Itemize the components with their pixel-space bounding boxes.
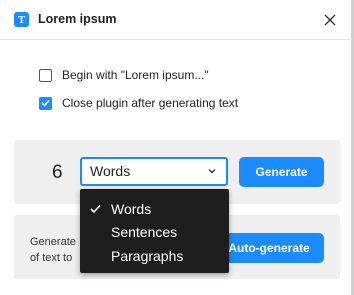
count-input[interactable]: 6 [52,162,63,184]
plugin-window: T Lorem ipsum Begin with "Lorem ipsum...… [0,0,352,295]
close-plugin-option[interactable]: Close plugin after generating text [39,96,238,110]
checkmark-icon [41,99,50,107]
begin-with-option[interactable]: Begin with "Lorem ipsum..." [39,68,209,82]
unit-select-value: Words [90,163,131,179]
window-title: Lorem ipsum [38,12,117,26]
title-bar: T Lorem ipsum [0,0,352,40]
begin-with-checkbox[interactable] [39,68,52,82]
unit-select[interactable]: Words [80,157,228,186]
unit-dropdown-menu: Words Sentences Paragraphs [80,189,229,273]
chevron-down-icon [208,169,216,174]
close-plugin-label: Close plugin after generating text [62,96,239,110]
auto-generate-button[interactable]: Auto-generate [214,233,324,263]
begin-with-label: Begin with "Lorem ipsum..." [62,68,209,82]
text-app-icon: T [14,12,29,27]
close-button[interactable] [321,11,339,29]
dropdown-option-sentences[interactable]: Sentences [111,224,177,240]
close-plugin-checkbox[interactable] [39,96,52,110]
generate-button[interactable]: Generate [239,157,324,187]
selected-check-icon [90,204,101,214]
close-icon [324,14,336,26]
dropdown-option-words[interactable]: Words [111,201,151,217]
dropdown-option-paragraphs[interactable]: Paragraphs [111,248,183,264]
